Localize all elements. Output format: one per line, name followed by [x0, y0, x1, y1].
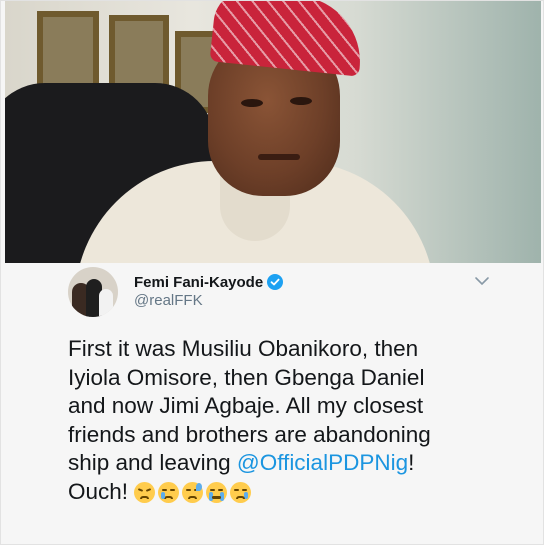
header-photo — [5, 1, 541, 263]
tweet-text: First it was Musiliu Obanikoro, then Iyi… — [68, 335, 513, 507]
loudly-crying-face-icon — [206, 481, 228, 503]
disappointed-face-icon — [134, 481, 156, 503]
post-frame: Femi Fani-Kayode @realFFK First it was M… — [0, 0, 544, 545]
display-name[interactable]: Femi Fani-Kayode — [134, 274, 263, 291]
disappointed-relieved-face-icon — [158, 481, 180, 503]
emoji-row — [134, 481, 252, 503]
eye — [290, 97, 312, 105]
tweet-text-line: ship and leaving @OfficialPDPNig! — [68, 449, 513, 478]
verified-badge-icon — [267, 274, 284, 290]
tweet-text-span: ship and leaving — [68, 450, 237, 476]
name-row: Femi Fani-Kayode — [134, 271, 284, 293]
tweet-text-line: and now Jimi Agbaje. All my closest — [68, 393, 424, 419]
tweet-card: Femi Fani-Kayode @realFFK First it was M… — [55, 263, 525, 539]
eye — [241, 99, 263, 107]
mention-link[interactable]: @OfficialPDPNig — [237, 450, 408, 475]
avatar-person — [99, 289, 113, 317]
mouth — [258, 154, 300, 160]
avatar[interactable] — [68, 267, 118, 317]
chevron-down-icon[interactable] — [470, 269, 494, 293]
tweet-text-line: First it was Musiliu Obanikoro, then — [68, 336, 419, 361]
tweet-text-line: friends and brothers are abandoning — [68, 421, 431, 447]
crying-face-icon — [230, 481, 252, 503]
tweet-text-span: ! — [408, 450, 415, 476]
tweet-text-line: Iyiola Omisore, then Gbenga Daniel — [68, 364, 425, 390]
downcast-sweat-face-icon — [182, 481, 204, 503]
tweet-text-span: Ouch! — [68, 478, 129, 504]
handle[interactable]: @realFFK — [134, 292, 203, 309]
tweet-text-line: Ouch! — [68, 478, 513, 507]
